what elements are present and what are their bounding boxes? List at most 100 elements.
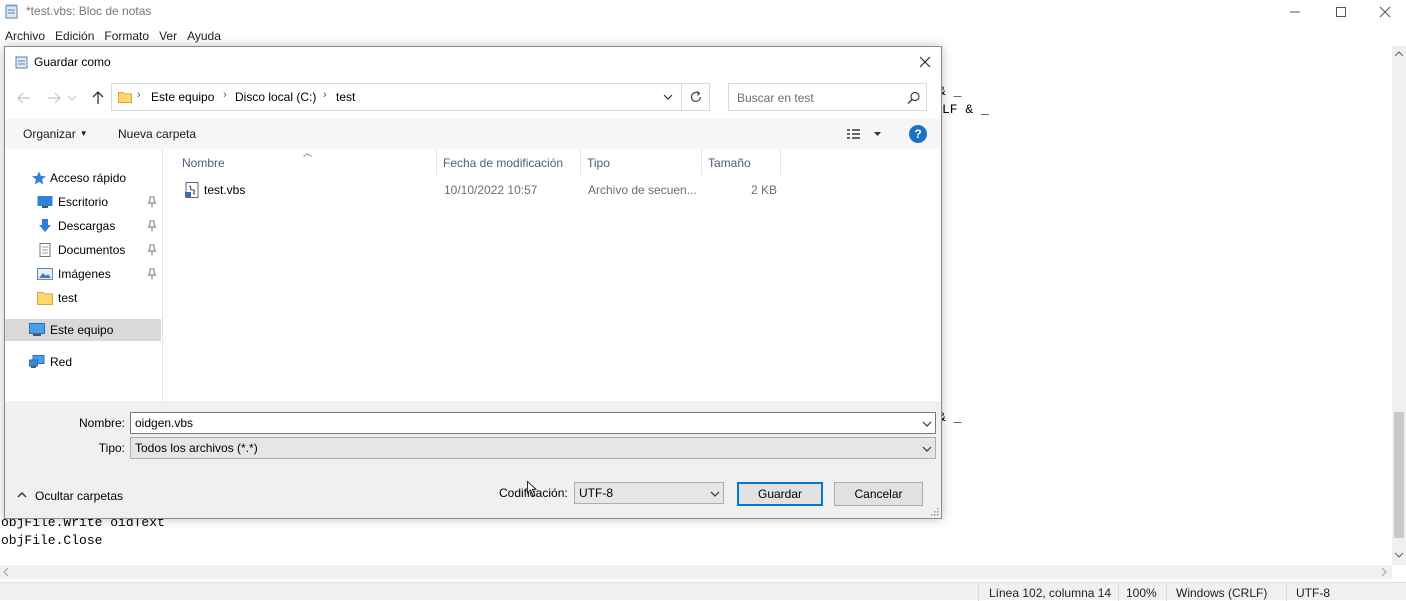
chevron-down-icon[interactable] <box>661 90 675 104</box>
code-fragment: LF & _ <box>942 102 989 117</box>
view-options-icon[interactable] <box>845 126 885 142</box>
column-divider[interactable] <box>780 149 781 175</box>
nav-quick-access[interactable]: Acceso rápido <box>5 167 161 189</box>
notepad-icon <box>15 56 28 69</box>
new-folder-button[interactable]: Nueva carpeta <box>118 127 196 141</box>
scroll-down-icon <box>1395 552 1403 558</box>
nav-imagenes[interactable]: Imágenes <box>5 263 161 285</box>
back-button[interactable] <box>13 87 35 109</box>
folder-icon <box>37 292 53 305</box>
pin-icon <box>147 268 157 280</box>
cancel-button[interactable]: Cancelar <box>834 482 923 506</box>
scroll-right-icon <box>1381 568 1387 576</box>
chevron-down-icon <box>710 491 720 497</box>
organize-label: Organizar <box>23 127 76 141</box>
column-label: Nombre <box>182 156 225 170</box>
forward-button[interactable] <box>43 87 65 109</box>
up-button[interactable] <box>87 87 109 109</box>
search-placeholder: Buscar en test <box>737 91 814 105</box>
navigation-pane: Acceso rápido Escritorio Descargas Docum… <box>5 149 163 401</box>
address-bar[interactable]: › Este equipo › Disco local (C:) › test <box>111 83 682 111</box>
computer-icon <box>29 323 45 336</box>
network-icon <box>29 355 45 368</box>
search-box[interactable]: Buscar en test <box>728 83 927 111</box>
chevron-down-icon[interactable] <box>921 418 933 430</box>
breadcrumb-este-equipo[interactable]: Este equipo <box>151 90 214 104</box>
save-button[interactable]: Guardar <box>737 482 823 506</box>
refresh-button[interactable] <box>682 83 710 111</box>
recent-locations-button[interactable] <box>65 87 79 109</box>
breadcrumb-separator: › <box>137 89 141 101</box>
file-size: 2 KB <box>751 183 778 197</box>
download-icon <box>39 219 51 232</box>
menu-ver[interactable]: Ver <box>154 26 182 46</box>
file-type-select[interactable]: Todos los archivos (*.*) <box>130 437 936 459</box>
nav-descargas[interactable]: Descargas <box>5 215 161 237</box>
name-label: Nombre: <box>78 416 125 430</box>
arrow-up-icon <box>92 91 104 104</box>
breadcrumb-test[interactable]: test <box>336 90 355 104</box>
column-header-type[interactable]: Tipo <box>581 149 701 175</box>
organize-menu[interactable]: Organizar ▼ <box>23 127 88 141</box>
menu-archivo[interactable]: Archivo <box>0 26 50 46</box>
cursor-position: Línea 102, columna 14 <box>989 586 1112 600</box>
pin-icon <box>147 220 157 232</box>
filename-input[interactable] <box>130 412 936 434</box>
notepad-icon <box>5 4 18 19</box>
minimize-icon <box>1290 11 1300 13</box>
nav-label: test <box>58 291 78 305</box>
column-header-modified[interactable]: Fecha de modificación <box>437 149 580 175</box>
code-line: objFile.Close <box>1 533 103 548</box>
status-divider <box>1286 583 1287 601</box>
nav-red[interactable]: Red <box>5 351 161 373</box>
column-header-name[interactable]: Nombre <box>176 149 434 175</box>
menu-ayuda[interactable]: Ayuda <box>182 26 226 46</box>
save-form: Nombre: Tipo: Todos los archivos (*.*) O… <box>5 401 941 518</box>
column-header-size[interactable]: Tamaño <box>702 149 780 175</box>
file-row[interactable]: test.vbs 10/10/2022 10:57 Archivo de sec… <box>164 179 784 201</box>
file-type: Archivo de secuen... <box>588 183 697 197</box>
pin-icon <box>147 196 157 208</box>
nav-label: Documentos <box>58 243 126 257</box>
dialog-title: Guardar como <box>34 55 111 69</box>
minimize-button[interactable] <box>1272 0 1318 24</box>
column-label: Tipo <box>587 156 610 170</box>
help-button[interactable]: ? <box>909 125 927 143</box>
nav-documentos[interactable]: Documentos <box>5 239 161 261</box>
maximize-button[interactable] <box>1318 0 1364 24</box>
nav-este-equipo[interactable]: Este equipo <box>5 319 161 341</box>
pictures-icon <box>37 268 53 280</box>
menu-edicion[interactable]: Edición <box>50 26 99 46</box>
type-label: Tipo: <box>98 441 125 455</box>
encoding-value: UTF-8 <box>579 486 613 500</box>
chevron-up-icon <box>17 492 27 498</box>
horizontal-scrollbar[interactable] <box>0 565 1392 579</box>
zoom-level: 100% <box>1126 586 1157 600</box>
nav-escritorio[interactable]: Escritorio <box>5 191 161 213</box>
scrollbar-thumb[interactable] <box>1394 412 1404 538</box>
resize-grip-icon[interactable] <box>929 506 939 516</box>
nav-test-folder[interactable]: test <box>5 287 161 309</box>
scroll-up-icon <box>1395 51 1403 57</box>
breadcrumb-disco-local[interactable]: Disco local (C:) <box>235 90 316 104</box>
arrow-right-icon <box>48 92 61 104</box>
search-icon <box>907 91 920 105</box>
encoding-select[interactable]: UTF-8 <box>574 482 724 504</box>
close-window-button[interactable] <box>1362 0 1406 24</box>
dialog-close-button[interactable] <box>911 51 939 73</box>
file-list: ︿ Nombre Fecha de modificación Tipo Tama… <box>164 148 941 401</box>
menu-formato[interactable]: Formato <box>99 26 154 46</box>
maximize-icon <box>1336 7 1346 17</box>
nav-label: Escritorio <box>58 195 109 209</box>
line-endings: Windows (CRLF) <box>1176 586 1268 600</box>
notepad-titlebar: *test.vbs: Bloc de notas <box>0 0 1406 24</box>
save-as-dialog: Guardar como › Este equipo › Disco local… <box>4 46 942 519</box>
document-icon <box>39 243 51 257</box>
scroll-left-icon <box>3 568 9 576</box>
refresh-icon <box>690 91 701 103</box>
pin-icon <box>147 244 157 256</box>
status-encoding: UTF-8 <box>1296 586 1330 600</box>
nav-label: Este equipo <box>50 323 114 337</box>
filename-field[interactable] <box>135 416 905 430</box>
chevron-down-icon <box>922 446 932 452</box>
